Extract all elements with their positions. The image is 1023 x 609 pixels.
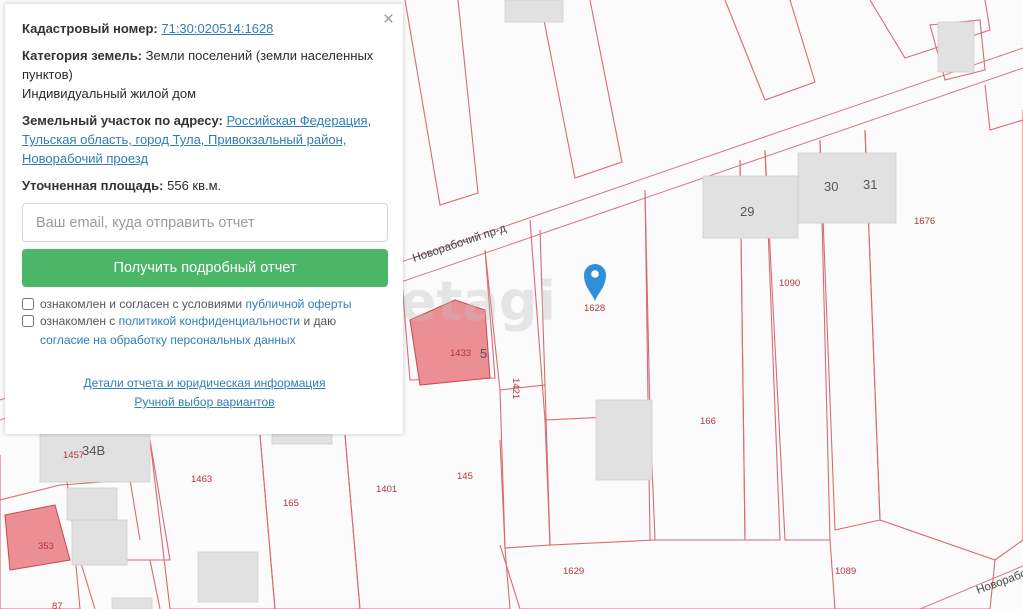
parcel-label-1421: 1421	[510, 378, 521, 399]
public-offer-link[interactable]: публичной оферты	[245, 297, 351, 311]
privacy-consent-text: ознакомлен с	[40, 314, 116, 328]
offer-consent-checkbox[interactable]	[22, 298, 34, 310]
address-label: Земельный участок по адресу:	[22, 113, 223, 128]
report-details-link[interactable]: Детали отчета и юридическая информация	[22, 374, 387, 393]
popup-footer: Детали отчета и юридическая информация Р…	[22, 374, 387, 412]
building-number-34v: 34В	[82, 443, 105, 458]
privacy-policy-link[interactable]: политикой конфиденциальности	[119, 314, 300, 328]
offer-consent-text: ознакомлен и согласен с условиями	[40, 297, 243, 311]
parcel-label-1089: 1089	[835, 566, 856, 577]
cadastral-row: Кадастровый номер: 71:30:020514:1628	[22, 19, 387, 38]
parcel-label-1629: 1629	[563, 566, 584, 577]
parcel-label-1090: 1090	[779, 278, 800, 289]
get-report-button[interactable]: Получить подробный отчет	[22, 249, 388, 287]
close-icon[interactable]: ×	[383, 10, 394, 30]
parcel-label-1433: 1433	[450, 348, 471, 359]
area-value: 556 кв.м.	[167, 178, 222, 193]
address-row: Земельный участок по адресу: Российская …	[22, 111, 387, 168]
road-edge-lower	[919, 565, 1023, 609]
parcel-label-353: 353	[38, 541, 54, 552]
building-number-31: 31	[863, 177, 877, 192]
map-pin-icon[interactable]	[584, 264, 606, 301]
building-number-30: 30	[824, 179, 838, 194]
road-label-novorabochiy-lower: Новорабочий	[975, 561, 1023, 597]
parcel-label-166: 166	[700, 416, 716, 427]
parcel-label-1463: 1463	[191, 474, 212, 485]
parcel-info-popup: × Кадастровый номер: 71:30:020514:1628 К…	[5, 4, 403, 434]
road-label-novorabochiy: Новорабочий пр-д	[411, 222, 508, 265]
land-category-label: Категория земель:	[22, 48, 143, 63]
parcel-label-1401: 1401	[376, 484, 397, 495]
privacy-consent-checkbox[interactable]	[22, 315, 34, 327]
land-category-row: Категория земель: Земли поселений (земли…	[22, 46, 387, 103]
use-type-value: Индивидуальный жилой дом	[22, 86, 197, 101]
building-number-5: 5	[480, 346, 487, 361]
privacy-consent-mid: и даю	[303, 314, 337, 328]
building-number-29: 29	[740, 204, 754, 219]
area-label: Уточненная площадь:	[22, 178, 164, 193]
watermark: etagi	[400, 270, 556, 333]
parcel-label-145: 145	[457, 471, 473, 482]
area-row: Уточненная площадь: 556 кв.м.	[22, 176, 387, 195]
personal-data-consent-link[interactable]: согласие на обработку персональных данны…	[40, 333, 296, 347]
parcel-label-87: 87	[52, 601, 63, 609]
parcel-353[interactable]	[4, 504, 71, 571]
cadastral-number-link[interactable]: 71:30:020514:1628	[161, 21, 273, 36]
manual-selection-link[interactable]: Ручной выбор вариантов	[22, 393, 387, 412]
parcel-label-1628: 1628	[584, 303, 605, 314]
cadastral-label: Кадастровый номер:	[22, 21, 158, 36]
privacy-consent[interactable]: ознакомлен с политикой конфиденциальност…	[22, 312, 387, 350]
parcel-label-1457: 1457	[63, 450, 84, 461]
parcel-label-1676: 1676	[914, 216, 935, 227]
parcel-label-165: 165	[283, 498, 299, 509]
email-input[interactable]	[22, 203, 388, 242]
